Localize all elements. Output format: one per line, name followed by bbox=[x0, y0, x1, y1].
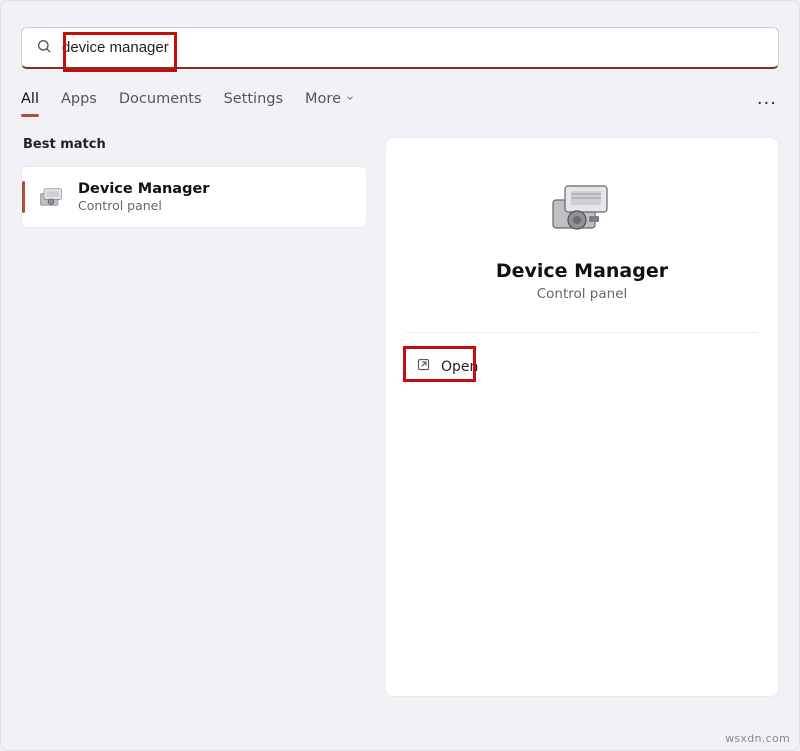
detail-subtitle: Control panel bbox=[537, 286, 628, 302]
tab-more-label: More bbox=[305, 91, 341, 107]
result-title: Device Manager bbox=[78, 181, 209, 197]
tab-all[interactable]: All bbox=[21, 91, 39, 115]
results-column: Best match Device Manager Control panel bbox=[21, 137, 367, 697]
detail-title: Device Manager bbox=[496, 260, 668, 282]
more-options-button[interactable]: ··· bbox=[755, 93, 779, 114]
best-match-label: Best match bbox=[23, 137, 367, 152]
result-text: Device Manager Control panel bbox=[78, 181, 209, 213]
divider bbox=[406, 332, 758, 333]
search-input[interactable] bbox=[62, 39, 764, 56]
chevron-down-icon bbox=[345, 91, 355, 107]
tab-settings[interactable]: Settings bbox=[224, 91, 283, 115]
search-icon bbox=[36, 38, 52, 58]
tab-more[interactable]: More bbox=[305, 91, 355, 115]
result-subtitle: Control panel bbox=[78, 198, 209, 213]
tabs-row: All Apps Documents Settings More ··· bbox=[21, 91, 779, 115]
watermark: wsxdn.com bbox=[725, 732, 790, 745]
detail-panel: Device Manager Control panel Open bbox=[385, 137, 779, 697]
open-label: Open bbox=[441, 359, 478, 375]
tab-apps[interactable]: Apps bbox=[61, 91, 97, 115]
search-bar[interactable] bbox=[21, 27, 779, 69]
start-search-window: All Apps Documents Settings More ··· Bes… bbox=[0, 0, 800, 751]
device-manager-icon bbox=[36, 182, 66, 212]
open-button[interactable]: Open bbox=[406, 351, 488, 382]
result-item-device-manager[interactable]: Device Manager Control panel bbox=[21, 166, 367, 228]
device-manager-large-icon bbox=[547, 178, 617, 242]
open-external-icon bbox=[416, 357, 431, 376]
tab-documents[interactable]: Documents bbox=[119, 91, 202, 115]
